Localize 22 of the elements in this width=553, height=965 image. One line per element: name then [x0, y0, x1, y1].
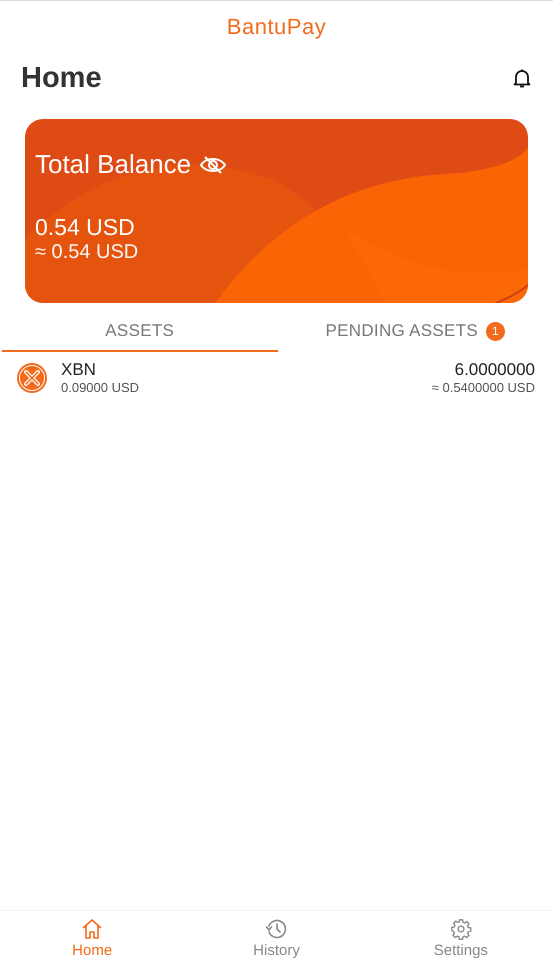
asset-price: 0.09000 USD	[61, 380, 140, 395]
asset-name: XBN	[61, 360, 97, 380]
nav-item[interactable]: Home	[0, 911, 184, 965]
home-icon	[81, 918, 104, 940]
app-logo: BantuPay	[226, 14, 326, 41]
nav-item[interactable]: Settings	[368, 911, 553, 965]
balance-amount: 0.54 USD	[35, 214, 136, 241]
balance-title: Total Balance	[35, 149, 192, 180]
coin-icon	[17, 362, 47, 392]
asset-amount: 6.0000000	[454, 360, 535, 380]
notification-bell-icon[interactable]	[513, 68, 531, 88]
count-badge: 1	[486, 322, 506, 340]
tab[interactable]: PENDING ASSETS 1	[278, 315, 553, 352]
tab[interactable]: ASSETS	[2, 315, 278, 352]
settings-icon	[450, 918, 472, 940]
page-title: Home	[21, 62, 102, 94]
asset-value: ≈ 0.5400000 USD	[432, 380, 535, 395]
eye-slash-icon[interactable]	[199, 154, 228, 174]
history-icon	[265, 918, 288, 940]
balance-approx: ≈ 0.54 USD	[35, 241, 140, 264]
nav-item[interactable]: History	[184, 911, 369, 965]
asset-row[interactable]: XBN 0.09000 USD 6.0000000 ≈ 0.5400000 USD	[0, 352, 553, 395]
